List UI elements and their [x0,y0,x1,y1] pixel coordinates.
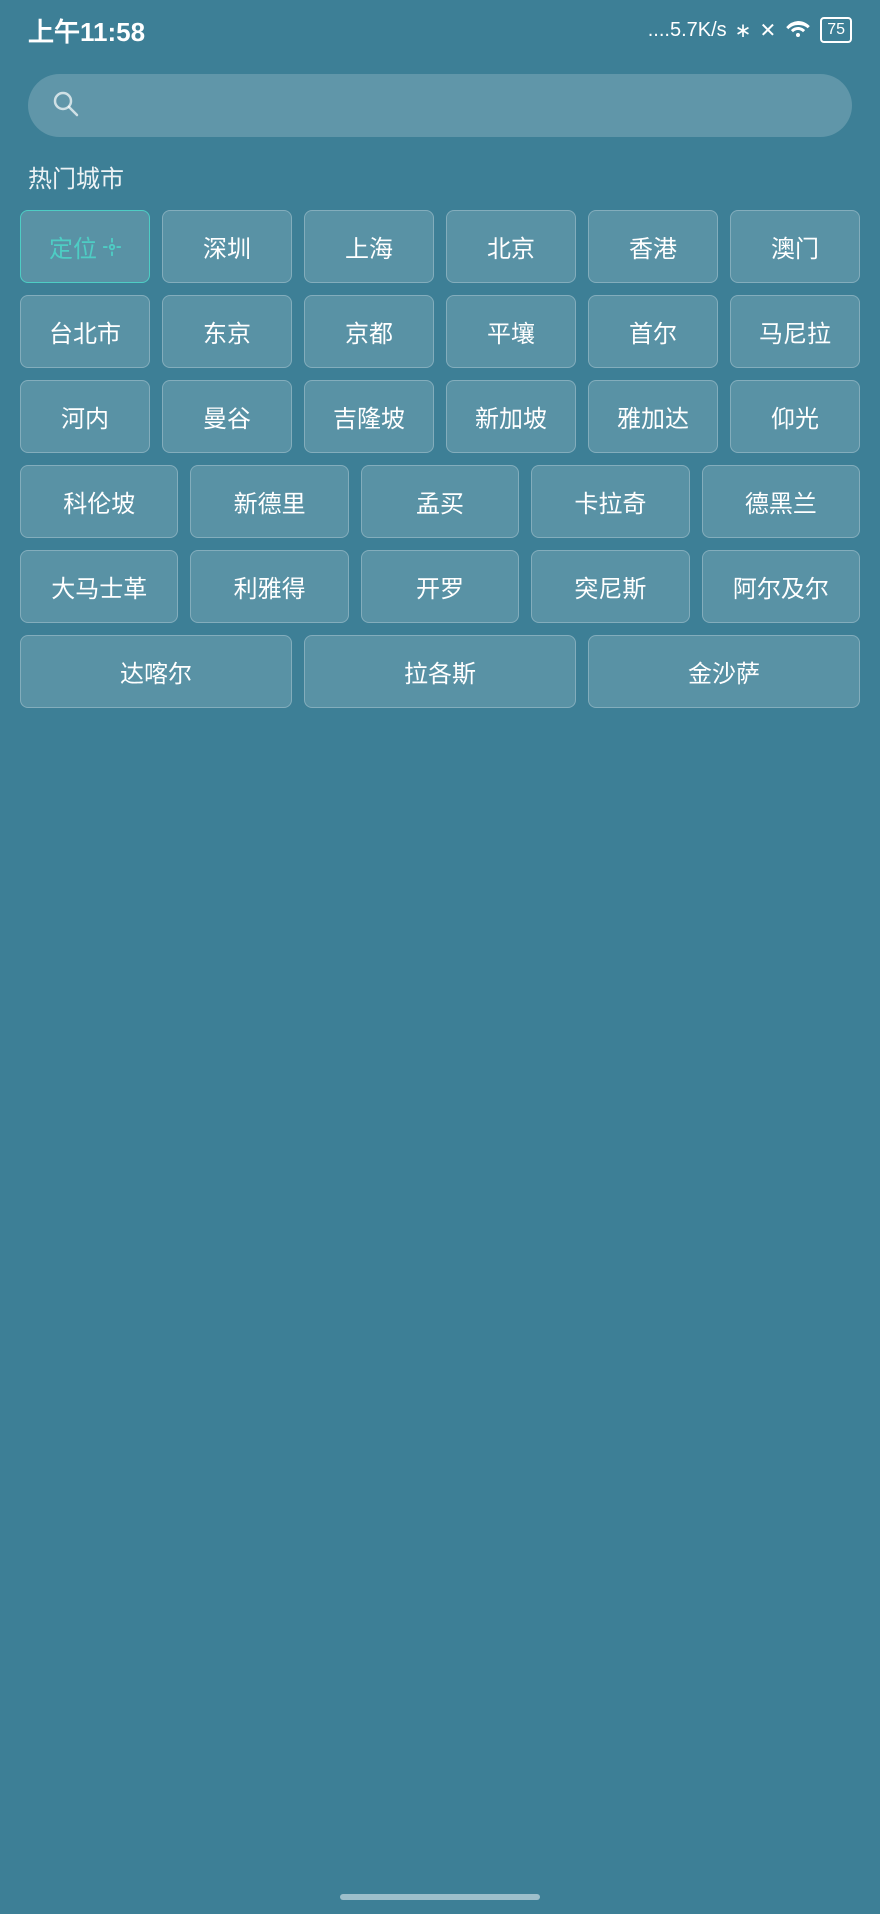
city-button-澳门[interactable]: 澳门 [730,210,860,283]
city-row-2: 河内曼谷吉隆坡新加坡雅加达仰光 [20,380,860,453]
city-button-卡拉奇[interactable]: 卡拉奇 [531,465,689,538]
city-button-吉隆坡[interactable]: 吉隆坡 [304,380,434,453]
city-button-深圳[interactable]: 深圳 [162,210,292,283]
city-row-1: 台北市东京京都平壤首尔马尼拉 [20,295,860,368]
city-button-突尼斯[interactable]: 突尼斯 [531,550,689,623]
city-button-达喀尔[interactable]: 达喀尔 [20,635,292,708]
search-bar[interactable] [28,74,852,137]
city-button-利雅得[interactable]: 利雅得 [190,550,348,623]
city-button-京都[interactable]: 京都 [304,295,434,368]
status-time: 上午11:58 [28,12,145,49]
city-button-开罗[interactable]: 开罗 [361,550,519,623]
city-button-雅加达[interactable]: 雅加达 [588,380,718,453]
city-row-4: 大马士革利雅得开罗突尼斯阿尔及尔 [20,550,860,623]
status-icons: ....5.7K/s ∗ ✕ 75 [648,17,852,43]
city-button-河内[interactable]: 河内 [20,380,150,453]
status-bar: 上午11:58 ....5.7K/s ∗ ✕ 75 [0,0,880,56]
city-grid: 定位 深圳上海北京香港澳门台北市东京京都平壤首尔马尼拉河内曼谷吉隆坡新加坡雅加达… [0,210,880,708]
network-speed: ....5.7K/s [648,19,727,42]
city-button-首尔[interactable]: 首尔 [588,295,718,368]
wifi-icon [784,17,812,43]
search-container [0,56,880,151]
city-row-0: 定位 深圳上海北京香港澳门 [20,210,860,283]
city-row-5: 达喀尔拉各斯金沙萨 [20,635,860,708]
city-button-德黑兰[interactable]: 德黑兰 [702,465,860,538]
city-button-新加坡[interactable]: 新加坡 [446,380,576,453]
city-button-定位[interactable]: 定位 [20,210,150,283]
city-button-大马士革[interactable]: 大马士革 [20,550,178,623]
city-button-台北市[interactable]: 台北市 [20,295,150,368]
city-button-上海[interactable]: 上海 [304,210,434,283]
city-button-平壤[interactable]: 平壤 [446,295,576,368]
city-button-东京[interactable]: 东京 [162,295,292,368]
sim-icon: ✕ [759,18,776,43]
city-button-孟买[interactable]: 孟买 [361,465,519,538]
city-row-3: 科伦坡新德里孟买卡拉奇德黑兰 [20,465,860,538]
bluetooth-icon: ∗ [735,18,752,43]
city-button-拉各斯[interactable]: 拉各斯 [304,635,576,708]
city-button-新德里[interactable]: 新德里 [190,465,348,538]
home-indicator [340,1894,540,1900]
city-button-金沙萨[interactable]: 金沙萨 [588,635,860,708]
city-button-马尼拉[interactable]: 马尼拉 [730,295,860,368]
city-button-曼谷[interactable]: 曼谷 [162,380,292,453]
city-button-仰光[interactable]: 仰光 [730,380,860,453]
city-button-科伦坡[interactable]: 科伦坡 [20,465,178,538]
city-button-香港[interactable]: 香港 [588,210,718,283]
section-title: 热门城市 [0,151,880,210]
city-button-阿尔及尔[interactable]: 阿尔及尔 [702,550,860,623]
search-icon [50,88,80,123]
city-button-北京[interactable]: 北京 [446,210,576,283]
battery-indicator: 75 [820,17,852,43]
